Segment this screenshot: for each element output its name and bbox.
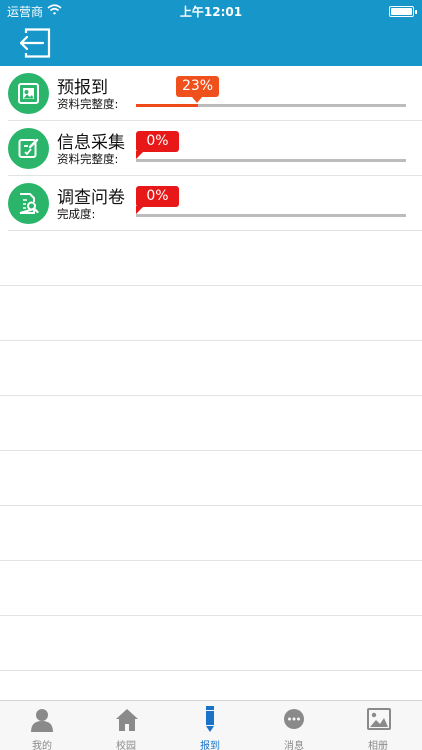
empty-row-divider: [0, 340, 422, 341]
tab-label: 消息: [284, 741, 304, 750]
tab-mine[interactable]: 我的: [0, 701, 84, 750]
progress-fill: [136, 104, 198, 107]
edit-form-icon: [18, 138, 39, 158]
clock-label: 上午12:01: [179, 5, 243, 19]
progress-track: [136, 214, 406, 217]
green-icon-circle: [8, 128, 49, 169]
status-bar: 运营商 上午12:01: [0, 0, 422, 22]
progress-percent-badge: 0%: [136, 186, 179, 214]
progress-track: [136, 104, 406, 107]
tab-messages[interactable]: 消息: [252, 701, 336, 750]
empty-row-divider: [0, 395, 422, 396]
tab-label: 相册: [368, 741, 388, 750]
id-card-icon: [18, 83, 39, 104]
empty-row-divider: [0, 560, 422, 561]
tab-bar: 我的 校园 报到 消息 相册: [0, 700, 422, 750]
item-title: 调查问卷: [57, 188, 125, 208]
picture-icon: [367, 708, 391, 730]
document-search-icon: [19, 193, 39, 214]
empty-row-divider: [0, 285, 422, 286]
tab-label: 报到: [200, 741, 220, 750]
person-icon: [31, 709, 53, 732]
back-arrow-icon[interactable]: [18, 28, 52, 58]
list-item-pre-register[interactable]: 预报到 资料完整度: 23%: [0, 66, 422, 121]
item-progress-label: 资料完整度:: [57, 152, 119, 166]
empty-row-divider: [0, 450, 422, 451]
list-item-info-collection[interactable]: 信息采集 资料完整度: 0%: [0, 121, 422, 176]
empty-row-divider: [0, 505, 422, 506]
green-icon-circle: [8, 183, 49, 224]
tab-album[interactable]: 相册: [336, 701, 420, 750]
tab-label: 校园: [116, 741, 136, 750]
tab-register[interactable]: 报到: [168, 701, 252, 750]
empty-row-divider: [0, 615, 422, 616]
tab-label: 我的: [32, 741, 52, 750]
item-progress-label: 完成度:: [57, 207, 96, 221]
empty-row-divider: [0, 670, 422, 671]
item-title: 信息采集: [57, 133, 125, 153]
item-progress-label: 资料完整度:: [57, 97, 119, 111]
progress-percent-badge: 0%: [136, 131, 179, 159]
list-item-survey[interactable]: 调查问卷 完成度: 0%: [0, 176, 422, 231]
progress-track: [136, 159, 406, 162]
pen-icon: [206, 706, 214, 732]
home-icon: [116, 709, 138, 731]
progress-percent-badge: 23%: [176, 76, 219, 103]
battery-icon: [389, 6, 417, 17]
header-bar: 运营商 上午12:01: [0, 0, 422, 66]
chat-bubble-icon: [284, 709, 304, 729]
item-title: 预报到: [57, 78, 108, 98]
green-icon-circle: [8, 73, 49, 114]
tab-campus[interactable]: 校园: [84, 701, 168, 750]
